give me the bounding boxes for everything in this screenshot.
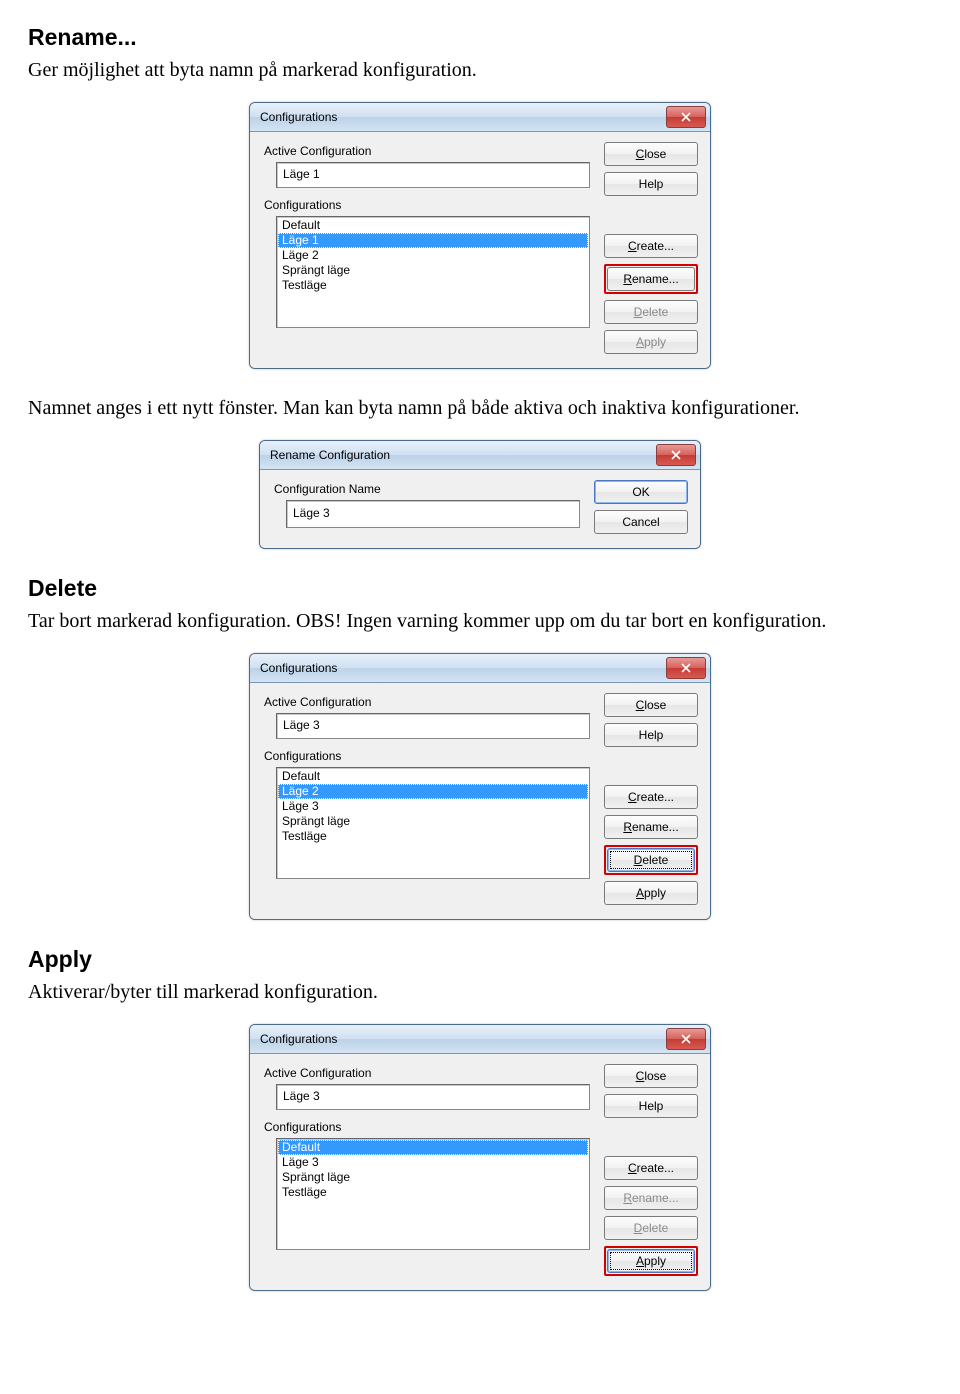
rename-button[interactable]: Rename... (604, 1186, 698, 1210)
dialog-title: Configurations (260, 110, 337, 124)
configuration-name-input[interactable]: Läge 3 (286, 500, 580, 528)
apply-button[interactable]: Apply (604, 881, 698, 905)
list-item[interactable]: Default (278, 769, 588, 784)
configurations-dialog-2: Configurations Active Configuration Läge… (249, 653, 711, 920)
active-configuration-value: Läge 1 (276, 162, 590, 188)
configurations-dialog-1: Configurations Active Configuration Läge… (249, 102, 711, 369)
list-item[interactable]: Testläge (278, 278, 588, 293)
list-item[interactable]: Läge 2 (278, 784, 588, 799)
list-item[interactable]: Läge 3 (278, 799, 588, 814)
section-rename-para1: Ger möjlighet att byta namn på markerad … (28, 57, 932, 84)
help-button[interactable]: Help (604, 723, 698, 747)
configuration-name-label: Configuration Name (274, 482, 580, 496)
dialog-titlebar[interactable]: Rename Configuration (260, 441, 700, 470)
configurations-dialog-3: Configurations Active Configuration Läge… (249, 1024, 711, 1291)
close-icon[interactable] (666, 106, 706, 128)
create-button[interactable]: Create... (604, 234, 698, 258)
list-item[interactable]: Läge 1 (278, 233, 588, 248)
section-apply-para: Aktiverar/byter till markerad konfigurat… (28, 979, 932, 1006)
list-item[interactable]: Sprängt läge (278, 1170, 588, 1185)
close-button[interactable]: Close (604, 693, 698, 717)
create-button[interactable]: Create... (604, 1156, 698, 1180)
section-delete-title: Delete (28, 575, 932, 602)
delete-button[interactable]: Delete (604, 1216, 698, 1240)
help-button[interactable]: Help (604, 172, 698, 196)
ok-button[interactable]: OK (594, 480, 688, 504)
configurations-listbox[interactable]: Default Läge 1 Läge 2 Sprängt läge Testl… (276, 216, 590, 328)
rename-button[interactable]: Rename... (604, 815, 698, 839)
dialog-title: Configurations (260, 1032, 337, 1046)
dialog-title: Configurations (260, 661, 337, 675)
apply-button[interactable]: Apply (607, 1249, 695, 1273)
list-item[interactable]: Sprängt läge (278, 814, 588, 829)
configurations-label: Configurations (264, 198, 590, 212)
dialog-titlebar[interactable]: Configurations (250, 103, 710, 132)
section-apply-title: Apply (28, 946, 932, 973)
close-button[interactable]: Close (604, 1064, 698, 1088)
list-item[interactable]: Läge 2 (278, 248, 588, 263)
configurations-listbox[interactable]: Default Läge 3 Sprängt läge Testläge (276, 1138, 590, 1250)
rename-configuration-dialog: Rename Configuration Configuration Name … (259, 440, 701, 549)
delete-button[interactable]: Delete (604, 300, 698, 324)
rename-highlight: Rename... (604, 264, 698, 294)
list-item[interactable]: Default (278, 218, 588, 233)
configurations-listbox[interactable]: Default Läge 2 Läge 3 Sprängt läge Testl… (276, 767, 590, 879)
close-button[interactable]: Close (604, 142, 698, 166)
create-button[interactable]: Create... (604, 785, 698, 809)
list-item[interactable]: Sprängt läge (278, 263, 588, 278)
close-icon[interactable] (666, 657, 706, 679)
list-item[interactable]: Läge 3 (278, 1155, 588, 1170)
delete-button[interactable]: Delete (607, 848, 695, 872)
dialog-titlebar[interactable]: Configurations (250, 1025, 710, 1054)
active-configuration-value: Läge 3 (276, 1084, 590, 1110)
configurations-label: Configurations (264, 749, 590, 763)
section-rename-para2: Namnet anges i ett nytt fönster. Man kan… (28, 395, 932, 422)
list-item[interactable]: Testläge (278, 1185, 588, 1200)
close-icon[interactable] (656, 444, 696, 466)
section-delete-para: Tar bort markerad konfiguration. OBS! In… (28, 608, 932, 635)
configurations-label: Configurations (264, 1120, 590, 1134)
list-item[interactable]: Default (278, 1140, 588, 1155)
active-configuration-label: Active Configuration (264, 144, 590, 158)
active-configuration-label: Active Configuration (264, 1066, 590, 1080)
active-configuration-label: Active Configuration (264, 695, 590, 709)
close-icon[interactable] (666, 1028, 706, 1050)
rename-button[interactable]: Rename... (607, 267, 695, 291)
delete-highlight: Delete (604, 845, 698, 875)
help-button[interactable]: Help (604, 1094, 698, 1118)
dialog-titlebar[interactable]: Configurations (250, 654, 710, 683)
section-rename-title: Rename... (28, 24, 932, 51)
apply-highlight: Apply (604, 1246, 698, 1276)
list-item[interactable]: Testläge (278, 829, 588, 844)
apply-button[interactable]: Apply (604, 330, 698, 354)
cancel-button[interactable]: Cancel (594, 510, 688, 534)
dialog-title: Rename Configuration (270, 448, 390, 462)
active-configuration-value: Läge 3 (276, 713, 590, 739)
